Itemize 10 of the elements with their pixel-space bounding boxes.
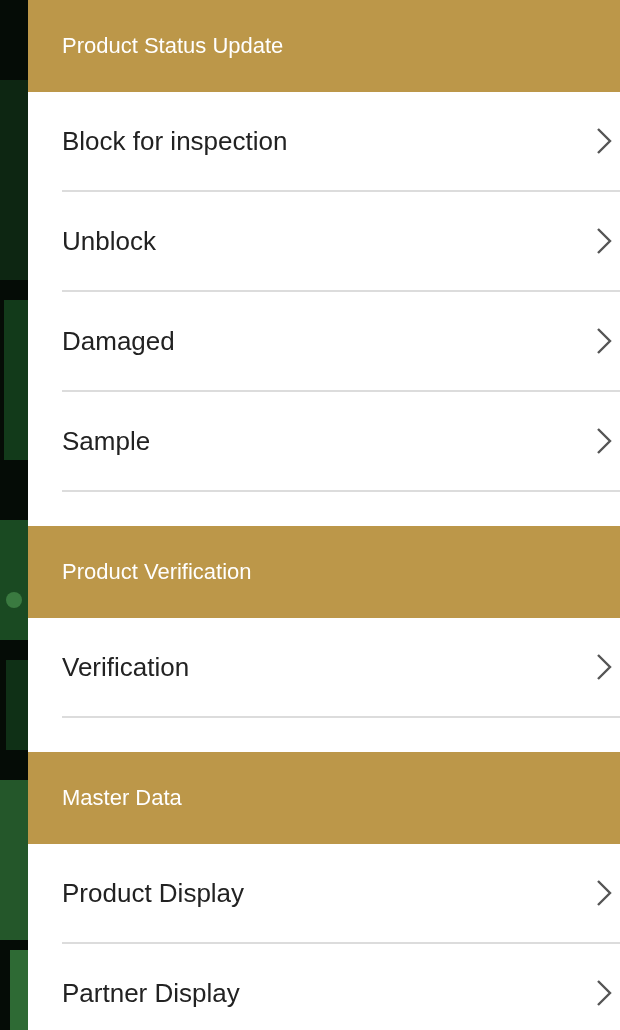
chevron-right-icon — [596, 327, 612, 355]
section-title: Product Verification — [62, 559, 252, 585]
chevron-right-icon — [596, 879, 612, 907]
section-title: Master Data — [62, 785, 182, 811]
chevron-right-icon — [596, 427, 612, 455]
chevron-right-icon — [596, 127, 612, 155]
chevron-right-icon — [596, 653, 612, 681]
chevron-right-icon — [596, 227, 612, 255]
chevron-right-icon — [596, 979, 612, 1007]
section-title: Product Status Update — [62, 33, 284, 59]
